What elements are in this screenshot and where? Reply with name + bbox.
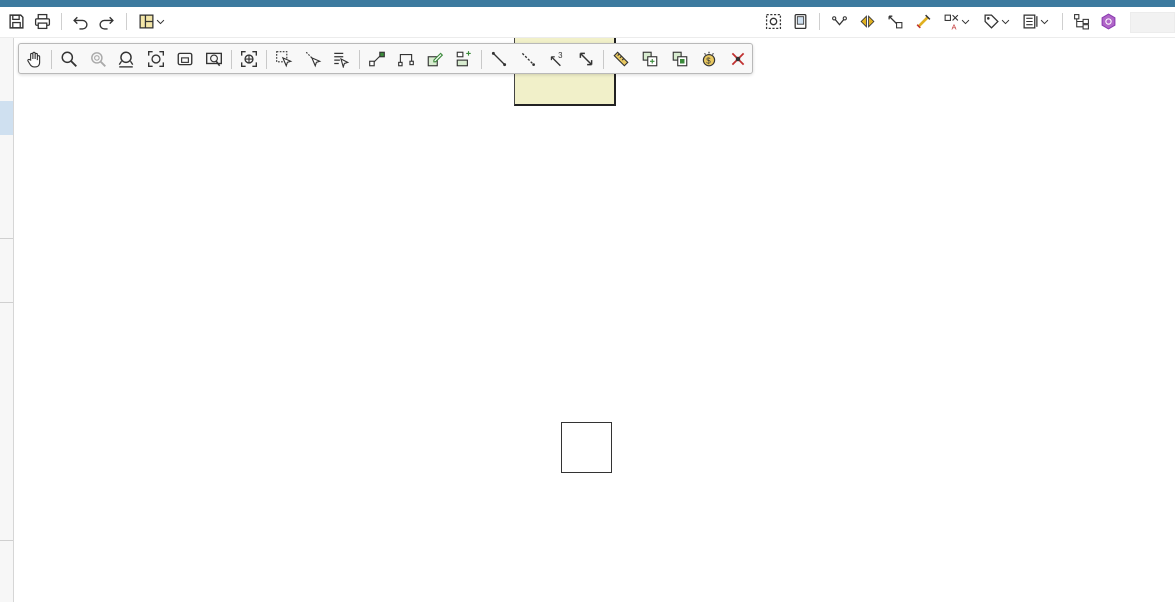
zoom-page-icon[interactable] (145, 48, 167, 70)
toolbar-separator (51, 50, 52, 69)
app-window: A 3 $ (0, 0, 1175, 602)
toolbar-separator (481, 50, 482, 69)
diagram-canvas[interactable] (14, 38, 1175, 602)
dashed-line-icon[interactable] (517, 48, 539, 70)
toolbar-separator (126, 13, 127, 30)
svg-text:$: $ (706, 57, 711, 66)
search-input[interactable] (1130, 12, 1175, 33)
paste-shapes-icon[interactable] (669, 48, 691, 70)
flip-icon[interactable] (856, 10, 878, 32)
redo-icon[interactable] (95, 10, 117, 32)
toolbar-separator (359, 50, 360, 69)
toolbar-separator (819, 13, 820, 30)
zoom-width-icon[interactable] (174, 48, 196, 70)
select-connectors-icon[interactable] (302, 48, 324, 70)
select-icon[interactable] (273, 48, 295, 70)
svg-text:A: A (951, 22, 956, 30)
numbered-line-icon[interactable]: 3 (546, 48, 568, 70)
connector-icon[interactable] (828, 10, 850, 32)
line-icon[interactable] (488, 48, 510, 70)
toolbar-separator (231, 50, 232, 69)
chevron-down-icon[interactable] (153, 10, 167, 32)
hexagon-icon[interactable] (1097, 10, 1119, 32)
copy-shapes-icon[interactable] (639, 48, 661, 70)
hierarchy-icon[interactable] (1070, 10, 1092, 32)
pan-icon[interactable] (23, 48, 45, 70)
save-icon[interactable] (5, 10, 27, 32)
print-icon[interactable] (31, 10, 53, 32)
svg-text:3: 3 (558, 51, 563, 60)
panel-divider (0, 540, 13, 541)
diagram-element[interactable] (561, 422, 612, 473)
tool-icon[interactable] (912, 10, 934, 32)
settings-icon[interactable]: $ (698, 48, 720, 70)
left-panel-strip[interactable] (0, 38, 14, 602)
zoom-selection-icon[interactable] (203, 48, 225, 70)
diagram-toolbar: 3 $ (18, 43, 753, 74)
chevron-down-icon[interactable] (958, 10, 972, 32)
chevron-down-icon[interactable] (1037, 10, 1051, 32)
panel-divider (0, 302, 13, 303)
snapshot-icon[interactable] (762, 10, 784, 32)
zoom-actual-icon[interactable] (87, 48, 109, 70)
toolbar-separator (266, 50, 267, 69)
chevron-down-icon[interactable] (998, 10, 1012, 32)
select-text-icon[interactable] (330, 48, 352, 70)
main-toolbar: A (0, 7, 1175, 38)
panel-selection-highlight (0, 101, 13, 135)
undo-icon[interactable] (69, 10, 91, 32)
add-node-icon[interactable] (366, 48, 388, 70)
edit-node-icon[interactable] (424, 48, 446, 70)
panel-divider (0, 238, 13, 239)
zoom-fit-icon[interactable] (115, 48, 137, 70)
toolbar-separator (61, 13, 62, 30)
zoom-icon[interactable] (58, 48, 80, 70)
diagonal-icon[interactable] (575, 48, 597, 70)
toolbar-separator (603, 50, 604, 69)
book-icon[interactable] (789, 10, 811, 32)
delete-icon[interactable] (727, 48, 749, 70)
toolbar-separator (1062, 13, 1063, 30)
route-icon[interactable] (884, 10, 906, 32)
center-icon[interactable] (238, 48, 260, 70)
route-node-icon[interactable] (395, 48, 417, 70)
title-strip (0, 0, 1175, 7)
align-nodes-icon[interactable] (453, 48, 475, 70)
ruler-icon[interactable] (610, 48, 632, 70)
